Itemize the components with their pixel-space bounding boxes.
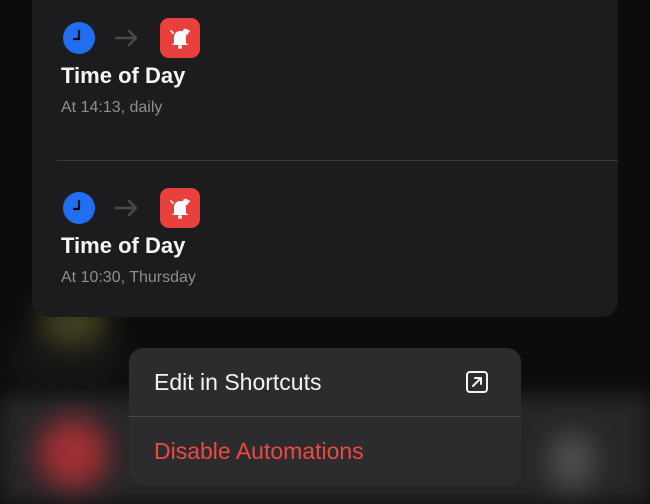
automations-card: Time of Day At 14:13, daily Time of Day … — [32, 0, 618, 317]
clock-icon — [63, 192, 95, 224]
automation-title: Time of Day — [61, 233, 186, 258]
arrow-right-icon — [114, 198, 140, 218]
automation-icons — [63, 188, 200, 228]
clock-icon — [63, 22, 95, 54]
arrow-right-icon — [114, 28, 140, 48]
background-blur — [548, 432, 596, 490]
menu-item-label: Disable Automations — [154, 437, 364, 464]
context-menu: Edit in Shortcuts Disable Automations — [129, 348, 521, 486]
automation-title: Time of Day — [61, 63, 186, 88]
alarm-bell-icon — [160, 188, 200, 228]
menu-item-label: Edit in Shortcuts — [154, 368, 322, 395]
row-divider — [57, 160, 618, 161]
automation-subtitle: At 10:30, Thursday — [61, 269, 196, 286]
edit-in-shortcuts-button[interactable]: Edit in Shortcuts — [129, 348, 521, 416]
automation-subtitle: At 14:13, daily — [61, 99, 163, 116]
disable-automations-button[interactable]: Disable Automations — [129, 417, 521, 485]
background-blur — [38, 418, 108, 488]
screen: Time of Day At 14:13, daily Time of Day … — [0, 0, 650, 504]
alarm-bell-icon — [160, 18, 200, 58]
automation-icons — [63, 18, 200, 58]
open-external-icon — [465, 370, 489, 394]
